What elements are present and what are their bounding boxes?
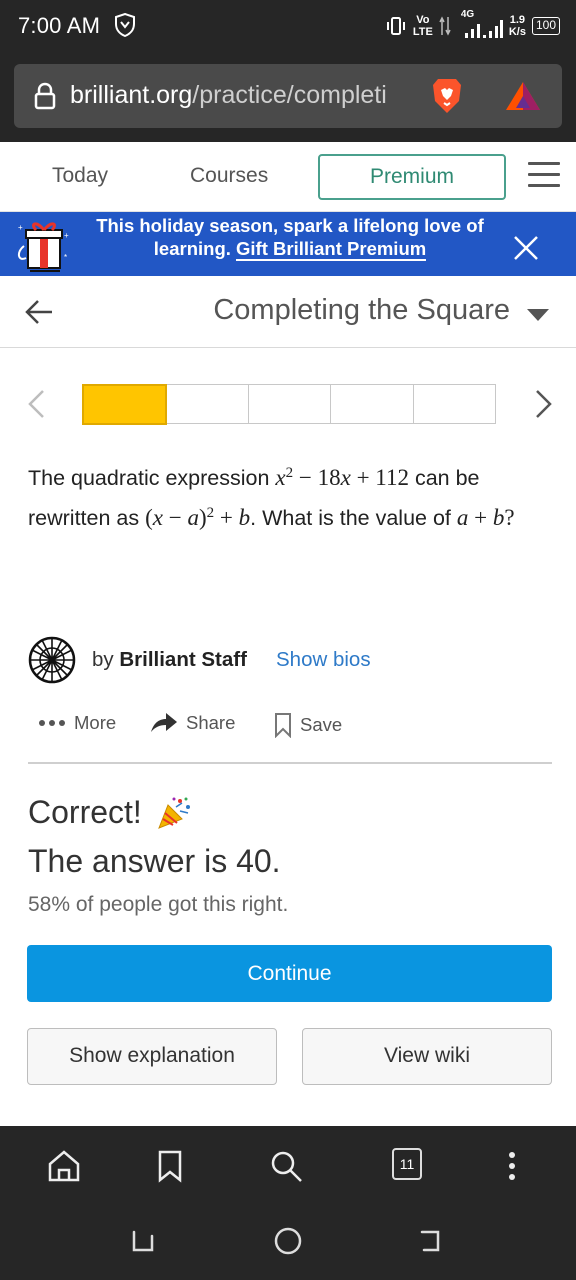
status-icons: Vo LTE 4G 1.9 K/s 100: [385, 8, 560, 44]
math-expression-2: (x − a)2 + b: [145, 505, 251, 530]
banner-text: This holiday season, spark a lifelong lo…: [96, 215, 484, 261]
svg-text:+: +: [64, 231, 69, 240]
tabs-counter[interactable]: 11: [392, 1148, 422, 1180]
chevron-left-icon[interactable]: [26, 388, 46, 420]
progress-segment: [331, 385, 414, 423]
svg-text:+: +: [18, 223, 23, 232]
success-rate: 58% of people got this right.: [28, 893, 289, 916]
bookmark-icon: [275, 713, 291, 738]
problem-progress-bar: [81, 383, 496, 425]
search-icon[interactable]: [268, 1148, 304, 1184]
math-expression-3: a + b: [456, 505, 505, 530]
progress-segment: [249, 385, 332, 423]
status-time: 7:00 AM: [18, 13, 101, 38]
chevron-right-icon[interactable]: [534, 388, 554, 420]
address-bar[interactable]: brilliant.org/practice/completi: [14, 64, 562, 128]
problem-actions: More Share Save: [38, 708, 558, 742]
back-nav-icon[interactable]: [414, 1224, 448, 1258]
problem-statement: The quadratic expression x2 − 18x + 112 …: [28, 465, 515, 530]
home-circle-icon[interactable]: [271, 1224, 305, 1258]
svg-text:*: *: [64, 253, 67, 262]
menu-dots-icon[interactable]: [494, 1148, 530, 1184]
answer-text: The answer is 40.: [28, 843, 281, 879]
gift-icon: + + *: [18, 222, 69, 272]
bat-triangle-icon[interactable]: [504, 80, 542, 112]
math-expression-1: x2 − 18x + 112: [275, 465, 409, 490]
lock-icon[interactable]: [34, 82, 56, 110]
shield-icon: [115, 13, 135, 37]
back-arrow-icon[interactable]: [24, 298, 54, 326]
progress-segment: [413, 385, 495, 423]
promo-banner: + + * This holiday season, spark a lifel…: [0, 212, 576, 276]
author-byline: by Brilliant Staff: [92, 648, 247, 671]
party-popper-icon: [157, 797, 190, 829]
bookmarks-icon[interactable]: [152, 1148, 188, 1184]
browser-toolbar: brilliant.org/practice/completi: [0, 52, 576, 142]
site-nav: Today Courses Premium: [0, 142, 576, 212]
network-speed: 1.9 K/s: [508, 14, 526, 38]
more-button[interactable]: More: [38, 712, 116, 734]
continue-button[interactable]: Continue: [27, 945, 552, 1002]
result-heading: Correct!: [28, 794, 192, 831]
progress-segment: [81, 383, 167, 425]
progress-segment: [166, 385, 250, 423]
view-wiki-button[interactable]: View wiki: [302, 1028, 552, 1085]
nav-courses[interactable]: Courses: [190, 164, 268, 188]
vibrate-icon: [386, 17, 405, 35]
data-arrows-icon: [439, 16, 451, 36]
url-text[interactable]: brilliant.org/practice/completi: [70, 81, 387, 110]
close-icon[interactable]: [512, 234, 540, 262]
status-bar: 7:00 AM Vo LTE 4G 1.9 K/s 100: [0, 0, 576, 52]
save-button[interactable]: Save: [274, 712, 342, 738]
battery-indicator: 100: [531, 17, 560, 35]
signal-icon-1: 4G: [457, 9, 503, 41]
show-explanation-button[interactable]: Show explanation: [27, 1028, 277, 1085]
share-button[interactable]: Share: [150, 712, 235, 734]
brave-lion-icon[interactable]: [430, 77, 464, 115]
premium-button[interactable]: Premium: [318, 154, 506, 200]
menu-icon[interactable]: [528, 162, 560, 190]
system-nav-bar: [0, 1204, 576, 1280]
share-icon: [151, 713, 177, 732]
more-dots-icon: [39, 720, 65, 726]
recents-icon[interactable]: [126, 1224, 160, 1258]
gift-premium-link[interactable]: Gift Brilliant Premium: [236, 238, 427, 261]
caret-down-icon[interactable]: [526, 308, 550, 322]
show-bios-link[interactable]: Show bios: [276, 648, 371, 672]
nav-today[interactable]: Today: [52, 164, 108, 188]
browser-bottom-toolbar: 11: [0, 1126, 576, 1204]
author-name[interactable]: Brilliant Staff: [119, 648, 247, 671]
volte-indicator: Vo LTE: [412, 14, 433, 38]
brilliant-logo-icon: [28, 636, 76, 684]
divider: [28, 762, 552, 764]
course-title[interactable]: Completing the Square: [213, 294, 510, 327]
course-header: Completing the Square: [0, 276, 576, 348]
home-icon[interactable]: [46, 1148, 82, 1184]
